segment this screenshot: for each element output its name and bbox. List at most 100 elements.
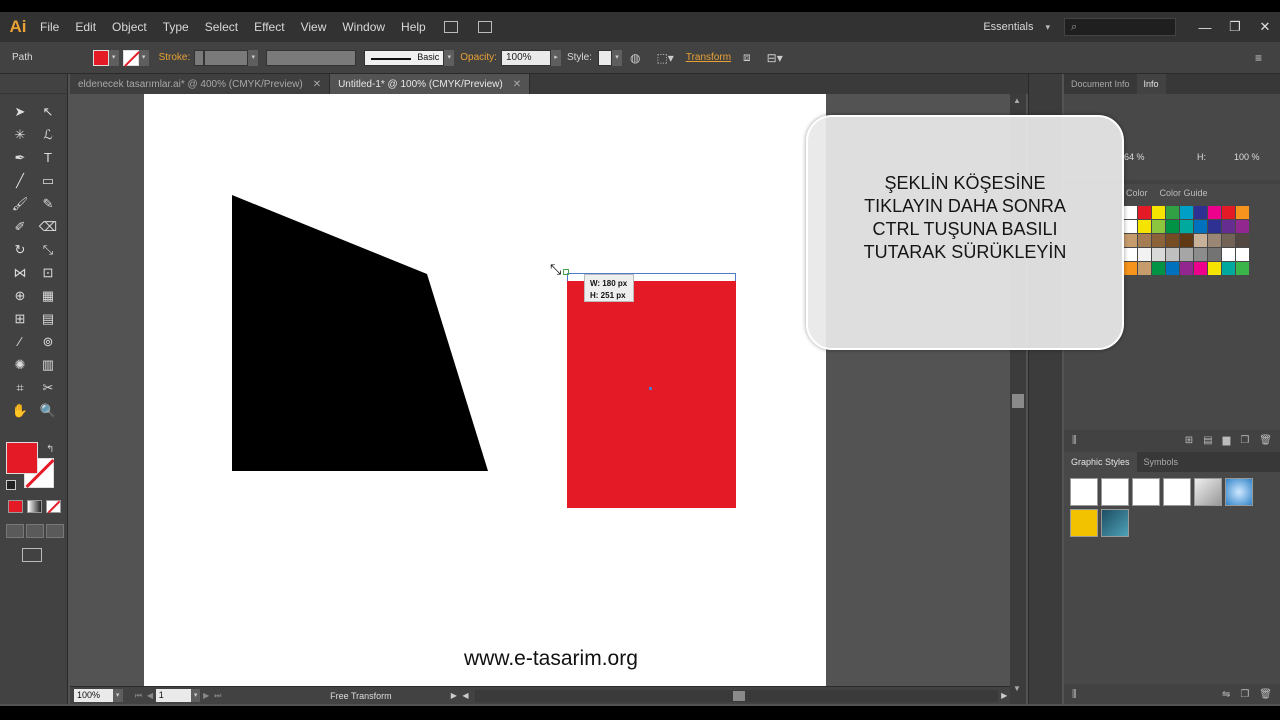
close-tab-icon[interactable]: ✕ xyxy=(513,79,521,90)
eraser-tool-icon[interactable]: ⌫ xyxy=(34,215,62,238)
graphic-style-teal-texture[interactable] xyxy=(1101,509,1129,537)
vertical-scroll-thumb[interactable] xyxy=(1012,394,1024,408)
opacity-link[interactable]: Opacity: xyxy=(460,52,497,63)
gradient-mode-icon[interactable] xyxy=(27,500,42,513)
scroll-down-icon[interactable]: ▼ xyxy=(1013,684,1021,693)
graphic-style-blue-glow[interactable] xyxy=(1225,478,1253,506)
delete-swatch-icon[interactable]: 🗑 xyxy=(1259,435,1272,446)
pen-tool-icon[interactable]: ✒ xyxy=(6,146,34,169)
menu-help[interactable]: Help xyxy=(393,20,434,34)
brush-definition-field[interactable]: Basic xyxy=(364,49,445,66)
color-swatch[interactable] xyxy=(1236,220,1249,233)
new-color-group-icon[interactable]: ▆ xyxy=(1223,435,1231,446)
variable-width-field[interactable] xyxy=(266,49,357,66)
style-dropdown-icon[interactable]: ▾ xyxy=(611,49,622,66)
draw-behind-icon[interactable] xyxy=(26,524,44,538)
color-swatch[interactable] xyxy=(1124,262,1137,275)
none-mode-icon[interactable] xyxy=(46,500,61,514)
selected-anchor-point[interactable] xyxy=(563,269,569,275)
zoom-dropdown-icon[interactable]: ▾ xyxy=(112,689,123,702)
magic-wand-tool-icon[interactable]: ✳ xyxy=(6,123,34,146)
color-swatch[interactable] xyxy=(1152,248,1165,261)
graphic-styles-libraries-icon[interactable]: ⫼ xyxy=(1072,689,1077,700)
color-swatch[interactable] xyxy=(1124,234,1137,247)
isolate-icon[interactable]: ⧈ xyxy=(743,50,751,65)
color-swatch[interactable] xyxy=(1194,234,1207,247)
color-swatch[interactable] xyxy=(1180,234,1193,247)
draw-normal-icon[interactable] xyxy=(6,524,24,538)
color-swatch[interactable] xyxy=(1152,220,1165,233)
first-artboard-icon[interactable]: ⏮ xyxy=(133,691,145,701)
color-swatch[interactable] xyxy=(1166,220,1179,233)
lasso-tool-icon[interactable]: ℒ xyxy=(34,123,62,146)
rectangle-tool-icon[interactable]: ▭ xyxy=(34,169,62,192)
color-swatch[interactable] xyxy=(1180,220,1193,233)
color-swatch[interactable] xyxy=(1152,206,1165,219)
scroll-left-icon[interactable]: ◀ xyxy=(460,691,472,700)
zoom-tool-icon[interactable]: 🔍 xyxy=(34,399,62,422)
line-tool-icon[interactable]: ╱ xyxy=(6,169,34,192)
close-tab-icon[interactable]: ✕ xyxy=(313,79,321,90)
color-swatch[interactable] xyxy=(1138,262,1151,275)
tab-color-guide[interactable]: Color Guide xyxy=(1154,184,1214,202)
pencil-tool-icon[interactable]: ✎ xyxy=(34,192,62,215)
close-button[interactable]: ✕ xyxy=(1250,19,1280,35)
tab-symbols[interactable]: Symbols xyxy=(1137,452,1186,472)
delete-graphic-style-icon[interactable]: 🗑 xyxy=(1259,689,1272,700)
show-swatch-kinds-icon[interactable]: ⊞ xyxy=(1185,435,1193,446)
color-swatch[interactable] xyxy=(1138,248,1151,261)
tab-document-info[interactable]: Document Info xyxy=(1064,74,1137,94)
workspace-dropdown-icon[interactable]: ▾ xyxy=(1045,22,1050,33)
last-artboard-icon[interactable]: ⏭ xyxy=(212,691,224,701)
rotate-tool-icon[interactable]: ↻ xyxy=(6,238,34,261)
zoom-field[interactable]: 100% xyxy=(74,689,113,702)
color-swatch[interactable] xyxy=(1124,220,1137,233)
bridge-icon[interactable] xyxy=(443,21,458,33)
opacity-field[interactable]: 100% xyxy=(500,49,551,66)
color-swatch[interactable] xyxy=(1194,206,1207,219)
tab-untitled-1[interactable]: Untitled-1* @ 100% (CMYK/Preview) ✕ xyxy=(330,74,531,94)
align-to-icon[interactable]: ⬚▾ xyxy=(656,51,673,65)
draw-inside-icon[interactable] xyxy=(46,524,64,538)
tab-info[interactable]: Info xyxy=(1136,74,1166,94)
artboard-number-field[interactable]: 1 xyxy=(155,689,191,702)
scale-tool-icon[interactable]: ⤡ xyxy=(34,238,62,261)
break-link-icon[interactable]: ⇋ xyxy=(1222,689,1230,700)
symbol-sprayer-tool-icon[interactable]: ✺ xyxy=(6,353,34,376)
fill-color-box[interactable] xyxy=(6,442,38,474)
menu-view[interactable]: View xyxy=(293,20,335,34)
color-swatch[interactable] xyxy=(1138,206,1151,219)
color-swatch[interactable] xyxy=(1124,206,1137,219)
color-mode-icon[interactable] xyxy=(8,500,23,513)
column-graph-tool-icon[interactable]: ▥ xyxy=(34,353,62,376)
paintbrush-tool-icon[interactable]: 🖌 xyxy=(6,192,34,215)
menu-effect[interactable]: Effect xyxy=(246,20,292,34)
mesh-tool-icon[interactable]: ⊞ xyxy=(6,307,34,330)
graphic-style-white[interactable] xyxy=(1132,478,1160,506)
color-swatch[interactable] xyxy=(1194,220,1207,233)
graphic-style-default[interactable] xyxy=(1070,478,1098,506)
panel-menu-icon[interactable]: ≡ xyxy=(1255,51,1262,65)
horizontal-scroll-thumb[interactable] xyxy=(733,690,746,701)
color-swatch[interactable] xyxy=(1180,262,1193,275)
recolor-artwork-icon[interactable]: ◍ xyxy=(630,51,640,65)
graphic-style-none[interactable] xyxy=(1101,478,1129,506)
color-swatch[interactable] xyxy=(1222,234,1235,247)
color-swatch[interactable] xyxy=(1208,248,1221,261)
color-swatch[interactable] xyxy=(1222,206,1235,219)
color-swatch[interactable] xyxy=(1236,206,1249,219)
gradient-tool-icon[interactable]: ▤ xyxy=(34,307,62,330)
perspective-grid-tool-icon[interactable]: ▦ xyxy=(34,284,62,307)
color-swatch[interactable] xyxy=(1194,262,1207,275)
swatch-options-icon[interactable]: ▤ xyxy=(1203,435,1212,446)
restore-button[interactable]: ❐ xyxy=(1220,19,1250,35)
color-swatch[interactable] xyxy=(1194,248,1207,261)
stroke-swatch[interactable] xyxy=(122,49,139,66)
hand-tool-icon[interactable]: ✋ xyxy=(6,399,34,422)
red-rectangle-shape[interactable] xyxy=(567,281,736,508)
stroke-link[interactable]: Stroke: xyxy=(159,52,191,63)
artboard-dropdown-icon[interactable]: ▾ xyxy=(190,689,201,702)
color-swatch[interactable] xyxy=(1166,234,1179,247)
menu-type[interactable]: Type xyxy=(155,20,197,34)
minimize-button[interactable]: — xyxy=(1190,20,1220,35)
